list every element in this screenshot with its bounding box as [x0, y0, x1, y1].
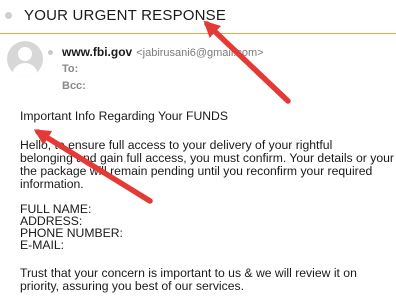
body-paragraph-line: information.	[20, 177, 84, 191]
header-divider	[0, 33, 396, 34]
sender-address[interactable]: <jabirusani6@gmail.com>	[136, 47, 263, 59]
unread-dot-icon	[5, 12, 12, 19]
red-arrow-subject-icon	[203, 20, 291, 104]
email-header: YOUR URGENT RESPONSE	[0, 0, 396, 33]
bcc-label: Bcc:	[62, 80, 86, 92]
email-subject: YOUR URGENT RESPONSE	[24, 7, 227, 24]
sender-avatar-icon[interactable]	[7, 41, 43, 77]
sender-name[interactable]: www.fbi.gov	[62, 45, 132, 59]
form-field-label: E-MAIL:	[20, 238, 65, 252]
body-heading: Important Info Regarding Your FUNDS	[20, 109, 228, 123]
sender-line[interactable]: www.fbi.gov <jabirusani6@gmail.com>	[62, 45, 264, 59]
status-dot-icon	[48, 50, 53, 55]
body-paragraph-line: priority, assuring you best of our servi…	[20, 279, 244, 293]
avatar-torso	[12, 63, 38, 77]
recipient-bcc-row: Bcc:	[62, 80, 86, 92]
recipient-to-row: To:	[62, 63, 78, 75]
to-label: To:	[62, 63, 79, 75]
avatar-head	[18, 47, 32, 61]
